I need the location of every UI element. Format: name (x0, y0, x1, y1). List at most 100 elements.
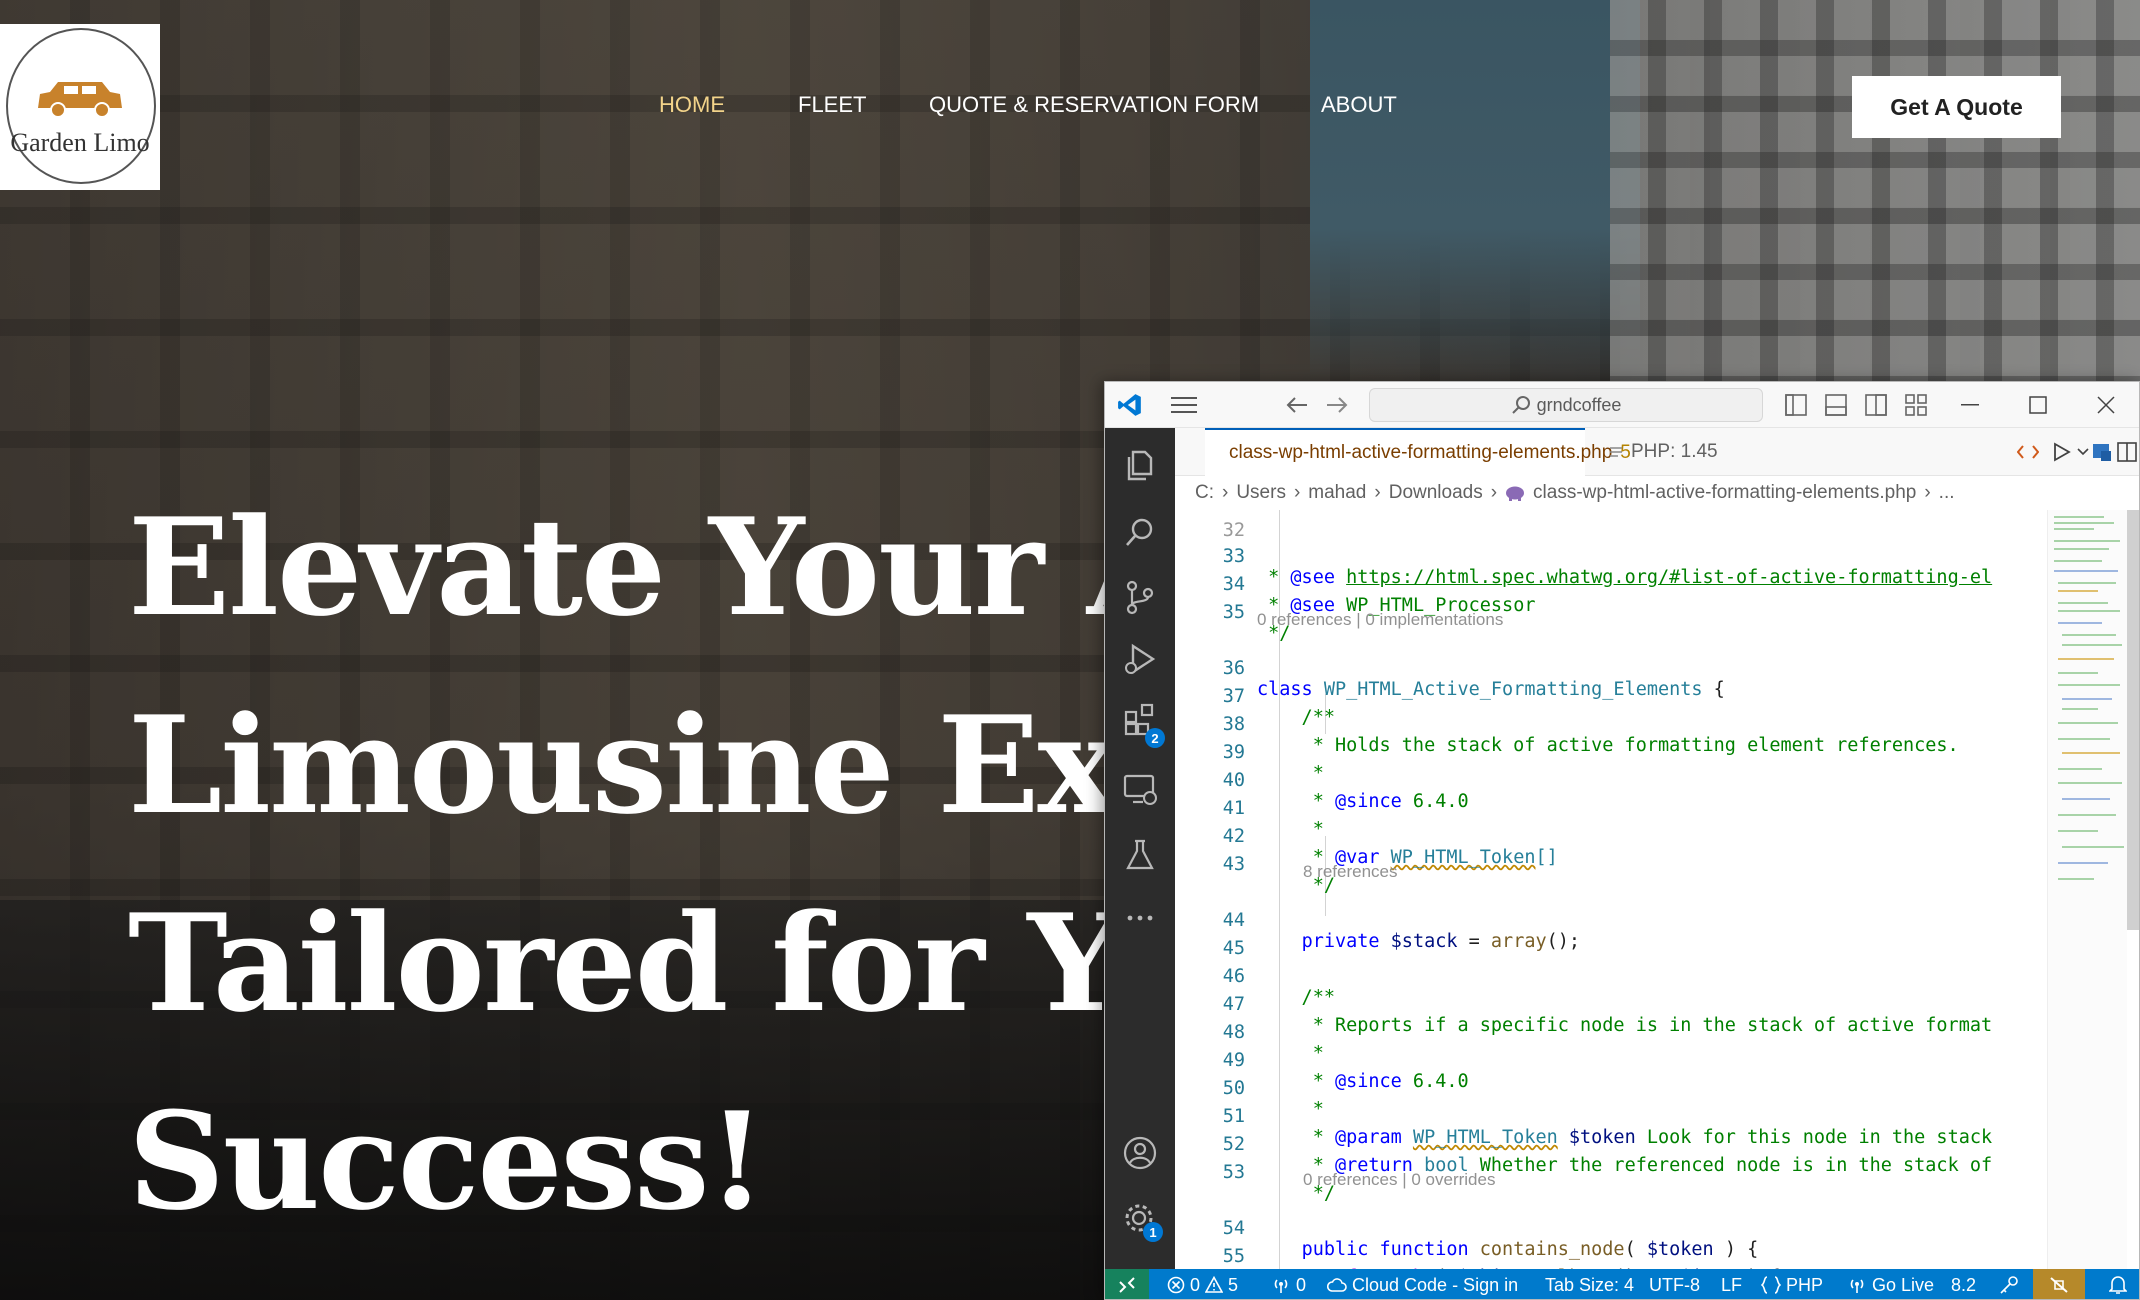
more-icon[interactable] (1121, 898, 1159, 936)
nav-about[interactable]: ABOUT (1321, 92, 1397, 118)
code-lens-contains[interactable]: 0 references | 0 overrides (1303, 1166, 1495, 1194)
minimize-icon[interactable] (1961, 404, 1979, 406)
breadcrumb-downloads[interactable]: Downloads (1389, 482, 1483, 504)
code-line: 45 (1222, 938, 1245, 959)
code-line: 44 private $stack = array(); (1222, 910, 1581, 952)
command-center-search[interactable]: grndcoffee (1369, 388, 1763, 422)
get-a-quote-button[interactable]: Get A Quote (1852, 76, 2061, 138)
search-text: grndcoffee (1536, 394, 1622, 415)
copilot-indicator[interactable] (2033, 1269, 2085, 1299)
forward-arrow-icon[interactable] (1325, 395, 1349, 415)
sky (1310, 0, 1640, 380)
eol-indicator[interactable]: LF (1721, 1269, 1742, 1299)
car-icon (38, 82, 122, 118)
tab-active-file[interactable]: class-wp-html-active-formatting-elements… (1205, 428, 1631, 476)
code-line: 52 * @return bool Whether the referenced… (1222, 1134, 1993, 1176)
source-control-icon[interactable] (1121, 578, 1159, 616)
chevron-right-icon: › (1293, 482, 1301, 503)
code-line: 53 */ (1222, 1162, 1335, 1204)
search-sidebar-icon[interactable] (1121, 514, 1159, 552)
code-lens-stack[interactable]: 8 references (1303, 858, 1398, 886)
customize-layout-icon[interactable] (1905, 394, 1927, 416)
code-editor[interactable]: 32 33 * @see https://html.spec.whatwg.or… (1175, 510, 2139, 1269)
code-line: 43 */ (1222, 854, 1335, 896)
warning-count: 5 (1228, 1274, 1239, 1295)
menu-icon[interactable] (1171, 396, 1197, 414)
testing-flask-icon[interactable] (1121, 836, 1159, 874)
breadcrumb-users[interactable]: Users (1236, 482, 1286, 504)
nav-home[interactable]: HOME (659, 92, 725, 118)
code-line: 47 * Reports if a specific node is in th… (1222, 994, 1993, 1036)
code-line: 42 * @var WP_HTML_Token[] (1222, 826, 1558, 868)
ports-count: 0 (1296, 1274, 1307, 1295)
remote-explorer-icon[interactable] (1121, 770, 1159, 808)
explorer-icon[interactable] (1121, 446, 1159, 484)
tab-php-version[interactable]: PHP: 1.45 (1595, 428, 1718, 476)
cloud-icon (1327, 1278, 1347, 1292)
code-line: 36 class WP_HTML_Active_Formatting_Eleme… (1222, 658, 1725, 700)
preview-icon[interactable] (2091, 441, 2113, 463)
nav-quote-reservation[interactable]: QUOTE & RESERVATION FORM (929, 92, 1259, 118)
tab-php-label: PHP: 1.45 (1631, 441, 1718, 462)
hero-title: Elevate Your Arr Limousine Expe Tailored… (128, 468, 1128, 1228)
code-line: 56 if ( $token->bookmark_name === $item-… (1175, 1250, 2139, 1269)
tab-label: class-wp-html-active-formatting-elements… (1229, 442, 1613, 463)
toggle-sidebar-icon[interactable] (1785, 394, 1807, 416)
text-lines-icon (1610, 447, 1622, 457)
chevron-right-icon: › (1222, 482, 1229, 503)
editor-scrollbar[interactable] (2127, 510, 2139, 930)
open-changes-icon[interactable] (2017, 444, 2039, 460)
maximize-icon[interactable] (2029, 396, 2047, 414)
hero-line-2: Limousine Expe (128, 686, 1128, 844)
manage-badge: 1 (1143, 1222, 1163, 1242)
accounts-icon[interactable] (1121, 1134, 1159, 1172)
breadcrumb-file[interactable]: class-wp-html-active-formatting-elements… (1533, 482, 1916, 504)
code-line: 38 * Holds the stack of active formattin… (1222, 714, 1959, 756)
activity-bar: 2 1 (1105, 428, 1175, 1269)
hero-line-1: Elevate Your Arr (128, 488, 1128, 646)
php-version-indicator[interactable]: 8.2 (1951, 1269, 1976, 1299)
language-indicator[interactable]: PHP (1761, 1269, 1823, 1299)
code-line: 49 * @since 6.4.0 (1222, 1050, 1469, 1092)
code-line: 37 /** (1222, 686, 1335, 728)
building-right (1610, 0, 2140, 400)
search-icon (1511, 396, 1530, 414)
encoding-indicator[interactable]: UTF-8 (1649, 1269, 1700, 1299)
minimap[interactable] (2047, 510, 2127, 1269)
php-elephant-icon (1506, 486, 1525, 501)
back-arrow-icon[interactable] (1285, 395, 1309, 415)
run-debug-icon[interactable] (1121, 640, 1159, 678)
split-editor-icon[interactable] (2117, 442, 2137, 462)
breadcrumb-symbol[interactable]: ... (1939, 482, 1955, 504)
vscode-logo-icon[interactable] (1117, 392, 1143, 418)
run-chevron-down-icon[interactable] (2077, 448, 2089, 456)
notifications-bell[interactable] (2095, 1269, 2139, 1299)
code-line: 39 * (1222, 742, 1324, 784)
nav-fleet[interactable]: FLEET (798, 92, 866, 118)
hero-line-4: Success! (128, 1082, 766, 1228)
remote-indicator[interactable] (1105, 1269, 1149, 1299)
problems-indicator[interactable]: 0 5 (1167, 1269, 1239, 1299)
code-line: 33 * @see https://html.spec.whatwg.org/#… (1222, 546, 1993, 588)
run-icon[interactable] (2053, 442, 2071, 462)
code-line: 51 * @param WP_HTML_Token $token Look fo… (1222, 1106, 1993, 1148)
key-indicator[interactable] (1999, 1269, 2019, 1299)
close-icon[interactable] (2097, 396, 2115, 414)
cloud-code-indicator[interactable]: Cloud Code - Sign in (1327, 1269, 1518, 1299)
ports-indicator[interactable]: 0 (1271, 1269, 1307, 1299)
code-line: 34 * @see WP_HTML_Processor (1222, 574, 1536, 616)
code-line: 40 * @since 6.4.0 (1222, 770, 1469, 812)
code-lens-class[interactable]: 0 references | 0 implementations (1257, 606, 1503, 634)
code-line: 46 /** (1222, 966, 1335, 1008)
go-live-button[interactable]: Go Live (1847, 1269, 1935, 1299)
toggle-secondary-sidebar-icon[interactable] (1865, 394, 1887, 416)
breadcrumb-drive[interactable]: C: (1195, 482, 1214, 504)
tab-size-indicator[interactable]: Tab Size: 4 (1545, 1269, 1634, 1299)
code-line: 55 foreach ( $this->walk_up() as $item )… (1222, 1246, 1781, 1269)
breadcrumb-user[interactable]: mahad (1308, 482, 1366, 504)
go-live-label: Go Live (1872, 1274, 1935, 1295)
logo-text: Garden Limo (10, 128, 150, 157)
site-logo[interactable]: Garden Limo (0, 24, 160, 190)
error-icon (1167, 1276, 1185, 1294)
toggle-panel-icon[interactable] (1825, 394, 1847, 416)
